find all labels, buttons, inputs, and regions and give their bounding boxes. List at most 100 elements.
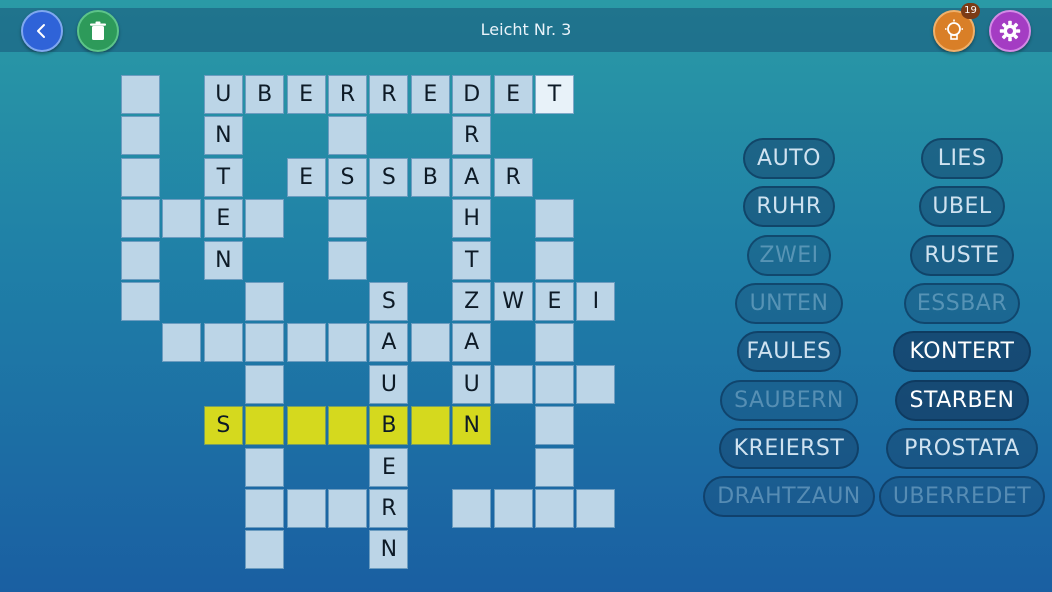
grid-cell[interactable] [493, 489, 533, 528]
grid-cell[interactable]: N [203, 240, 243, 280]
grid-cell[interactable] [245, 489, 285, 528]
grid-cell[interactable]: T [452, 240, 492, 280]
grid-cell[interactable] [245, 447, 285, 487]
grid-cell[interactable]: E [369, 447, 409, 487]
grid-cell[interactable] [245, 323, 285, 363]
grid-cell-selected[interactable]: N [452, 406, 492, 446]
grid-cell[interactable] [535, 364, 574, 404]
hint-count-badge: 19 [961, 3, 980, 19]
grid-cell[interactable]: S [369, 157, 409, 197]
grid-cell[interactable] [452, 489, 492, 528]
grid-cell[interactable]: A [452, 323, 492, 363]
grid-cell[interactable] [328, 199, 367, 239]
grid-cell[interactable]: U [369, 364, 409, 404]
word-bank-item[interactable]: KONTERT [893, 331, 1031, 373]
trash-button[interactable] [77, 10, 119, 52]
grid-cell[interactable] [328, 240, 367, 280]
grid-cell[interactable] [410, 323, 450, 363]
grid-cell[interactable]: A [452, 157, 492, 197]
grid-cell[interactable]: A [369, 323, 409, 363]
grid-cell[interactable] [121, 240, 160, 280]
grid-cell[interactable] [493, 364, 533, 404]
word-bank-item[interactable]: ZWEI [747, 234, 831, 276]
grid-cell[interactable]: R [328, 75, 367, 114]
grid-cell[interactable]: E [286, 75, 326, 114]
grid-cell[interactable]: E [286, 157, 326, 197]
trash-icon [90, 21, 106, 40]
grid-cell[interactable] [121, 199, 160, 239]
grid-cell[interactable] [535, 489, 574, 528]
word-bank-item[interactable]: SAUBERN [720, 379, 858, 421]
grid-cell[interactable] [245, 282, 285, 321]
grid-cell[interactable]: U [452, 364, 492, 404]
grid-cell[interactable] [286, 323, 326, 363]
grid-cell[interactable]: T [535, 75, 574, 114]
word-bank-item[interactable]: LIES [921, 138, 1003, 179]
grid-cell-selected[interactable]: B [369, 406, 409, 446]
grid-cell[interactable]: R [493, 157, 533, 197]
word-bank-item[interactable]: RUHR [743, 186, 835, 228]
word-bank-item[interactable]: RUSTE [910, 234, 1014, 276]
word-bank-item[interactable]: PROSTATA [886, 427, 1038, 469]
grid-cell[interactable]: E [203, 199, 243, 239]
grid-cell[interactable]: B [245, 75, 285, 114]
grid-cell[interactable]: S [328, 157, 367, 197]
grid-cell[interactable] [576, 489, 616, 528]
grid-cell[interactable] [535, 406, 574, 446]
grid-cell[interactable] [328, 323, 367, 363]
grid-cell[interactable]: I [576, 282, 616, 321]
word-bank-item[interactable]: UNTEN [735, 282, 843, 324]
grid-cell[interactable] [121, 157, 160, 197]
grid-cell[interactable]: S [369, 282, 409, 321]
grid-cell[interactable]: E [493, 75, 533, 114]
settings-button[interactable] [989, 10, 1031, 52]
grid-cell[interactable] [121, 282, 160, 321]
grid-cell[interactable] [535, 447, 574, 487]
grid-cell[interactable]: R [452, 116, 492, 156]
grid-cell-selected[interactable] [286, 406, 326, 446]
grid-cell[interactable] [162, 199, 202, 239]
grid-cell[interactable] [286, 489, 326, 528]
grid-cell[interactable]: Z [452, 282, 492, 321]
grid-cell[interactable]: W [493, 282, 533, 321]
grid-cell[interactable] [535, 323, 574, 363]
grid-cell[interactable] [121, 75, 160, 114]
grid-cell[interactable] [121, 116, 160, 156]
grid-cell[interactable] [245, 364, 285, 404]
word-bank-item[interactable]: UBEL [919, 186, 1005, 228]
grid-cell-selected[interactable] [328, 406, 367, 446]
grid-cell[interactable]: T [203, 157, 243, 197]
grid-cell[interactable] [245, 530, 285, 570]
word-bank-item[interactable]: UBERREDET [879, 476, 1045, 518]
grid-cell[interactable] [535, 199, 574, 239]
grid-cell[interactable]: H [452, 199, 492, 239]
word-bank-item[interactable]: AUTO [743, 138, 835, 179]
word-bank-item[interactable]: KREIERST [719, 427, 859, 469]
grid-cell[interactable]: E [410, 75, 450, 114]
grid-cell[interactable] [535, 240, 574, 280]
puzzle-title: Leicht Nr. 3 [480, 20, 572, 39]
grid-cell-selected[interactable]: S [203, 406, 243, 446]
word-bank-item[interactable]: STARBEN [895, 379, 1029, 421]
grid-cell[interactable]: B [410, 157, 450, 197]
grid-cell-selected[interactable] [245, 406, 285, 446]
grid-cell[interactable] [162, 323, 202, 363]
grid-cell[interactable]: U [203, 75, 243, 114]
gear-icon [999, 20, 1021, 42]
grid-cell-selected[interactable] [410, 406, 450, 446]
back-button[interactable] [21, 10, 63, 52]
grid-cell[interactable]: R [369, 489, 409, 528]
word-bank-item[interactable]: ESSBAR [904, 282, 1020, 324]
grid-cell[interactable]: N [369, 530, 409, 570]
grid-cell[interactable] [328, 116, 367, 156]
grid-cell[interactable]: R [369, 75, 409, 114]
grid-cell[interactable] [328, 489, 367, 528]
grid-cell[interactable]: N [203, 116, 243, 156]
word-bank-item[interactable]: DRAHTZAUN [703, 476, 875, 518]
word-bank-item[interactable]: FAULES [737, 331, 841, 373]
grid-cell[interactable] [245, 199, 285, 239]
grid-cell[interactable] [203, 323, 243, 363]
grid-cell[interactable]: E [535, 282, 574, 321]
grid-cell[interactable] [576, 364, 616, 404]
grid-cell[interactable]: D [452, 75, 492, 114]
